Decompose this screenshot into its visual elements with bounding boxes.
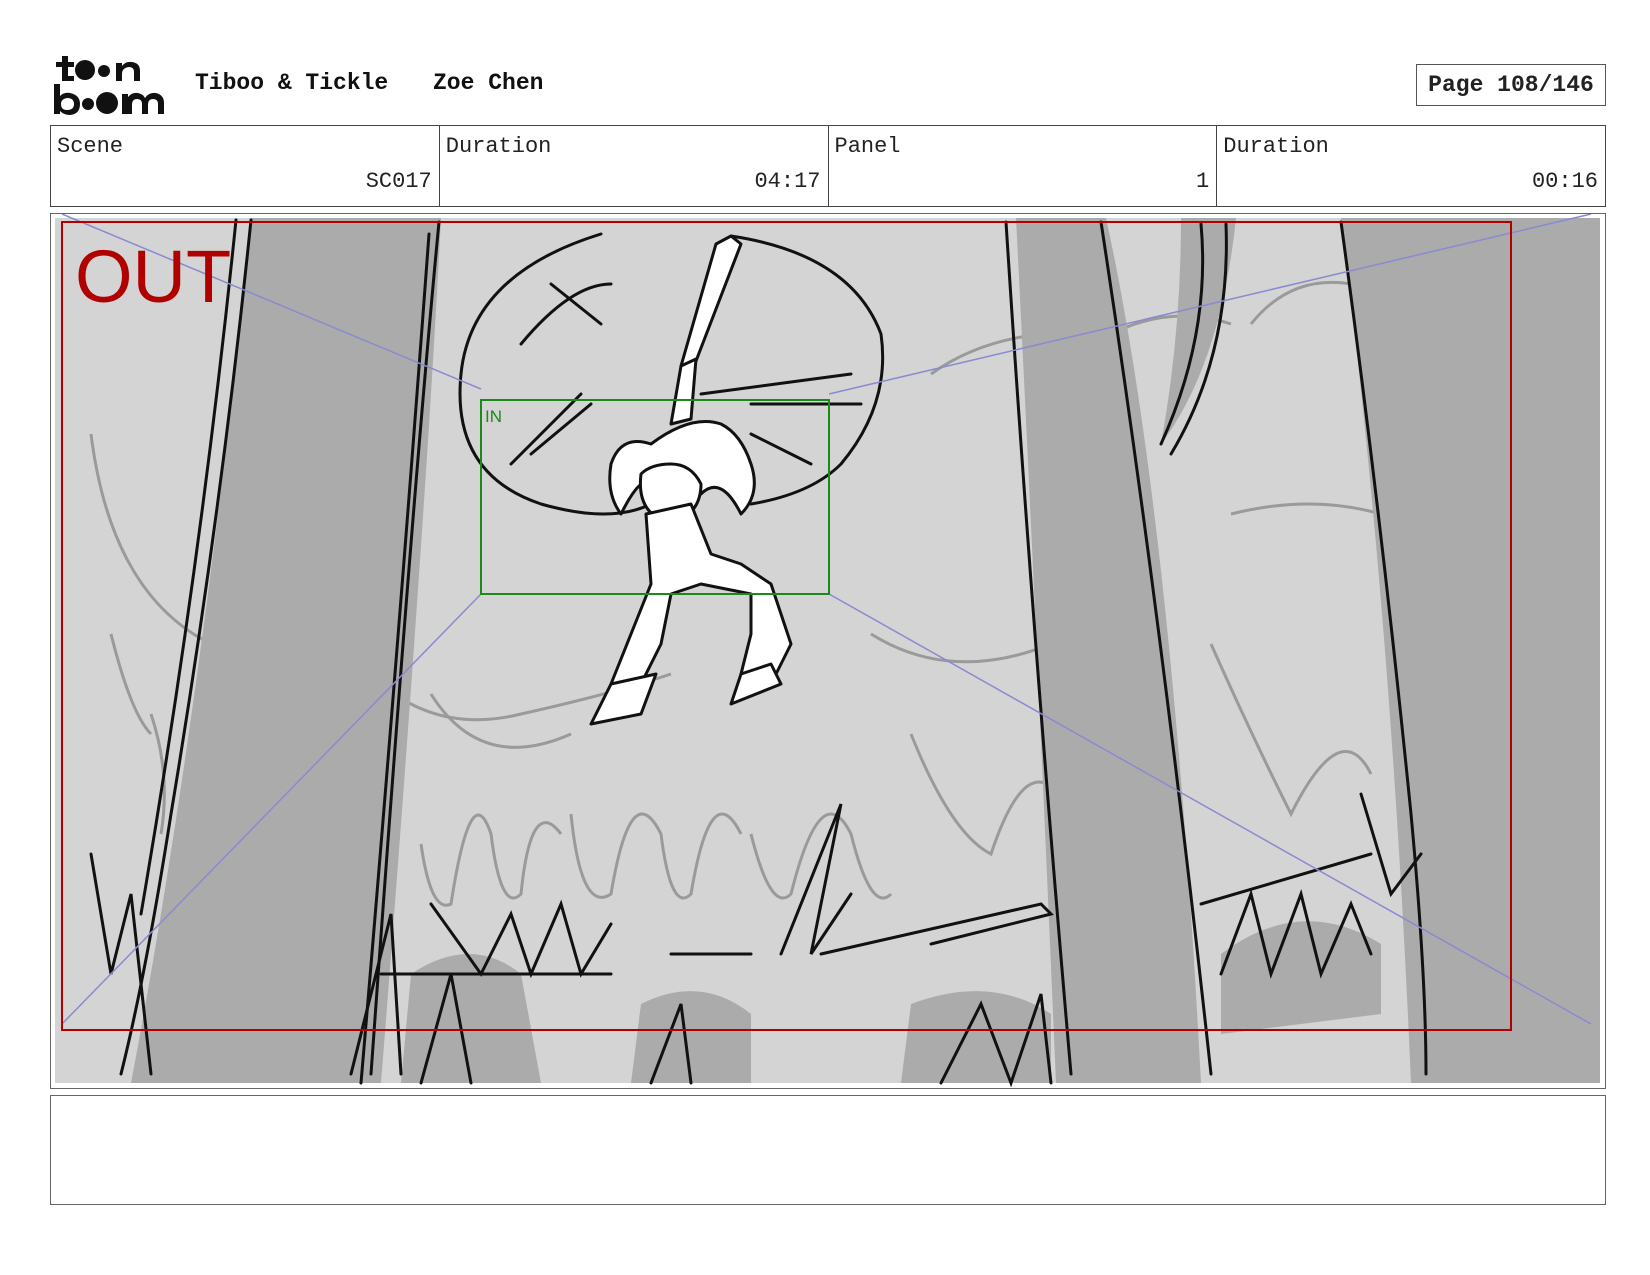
panel-value: 1: [1196, 169, 1210, 194]
storyboard-panel: IN OUT: [50, 213, 1606, 1089]
toonboom-logo: [52, 52, 174, 118]
project-title: Tiboo & Tickle: [195, 70, 389, 96]
panel-label: Panel: [834, 134, 901, 159]
panel-drawing: IN OUT: [55, 214, 1600, 1087]
page-indicator: Page 108/146: [1416, 64, 1606, 106]
panel-duration-cell: Duration 00:16: [1217, 126, 1605, 206]
in-label: IN: [485, 407, 502, 426]
scene-info-table: Scene SC017 Duration 04:17 Panel 1 Durat…: [50, 125, 1606, 207]
out-label: OUT: [75, 235, 231, 318]
artist-name: Zoe Chen: [433, 70, 544, 96]
scene-duration-cell: Duration 04:17: [440, 126, 829, 206]
scene-duration-label: Duration: [445, 134, 552, 159]
panel-duration-label: Duration: [1223, 134, 1329, 159]
panel-cell: Panel 1: [829, 126, 1218, 206]
panel-notes: [50, 1095, 1606, 1205]
scene-duration-value: 04:17: [754, 169, 821, 194]
panel-duration-value: 00:16: [1531, 169, 1598, 194]
scene-cell: Scene SC017: [51, 126, 440, 206]
scene-value: SC017: [365, 169, 432, 194]
scene-label: Scene: [57, 134, 124, 159]
